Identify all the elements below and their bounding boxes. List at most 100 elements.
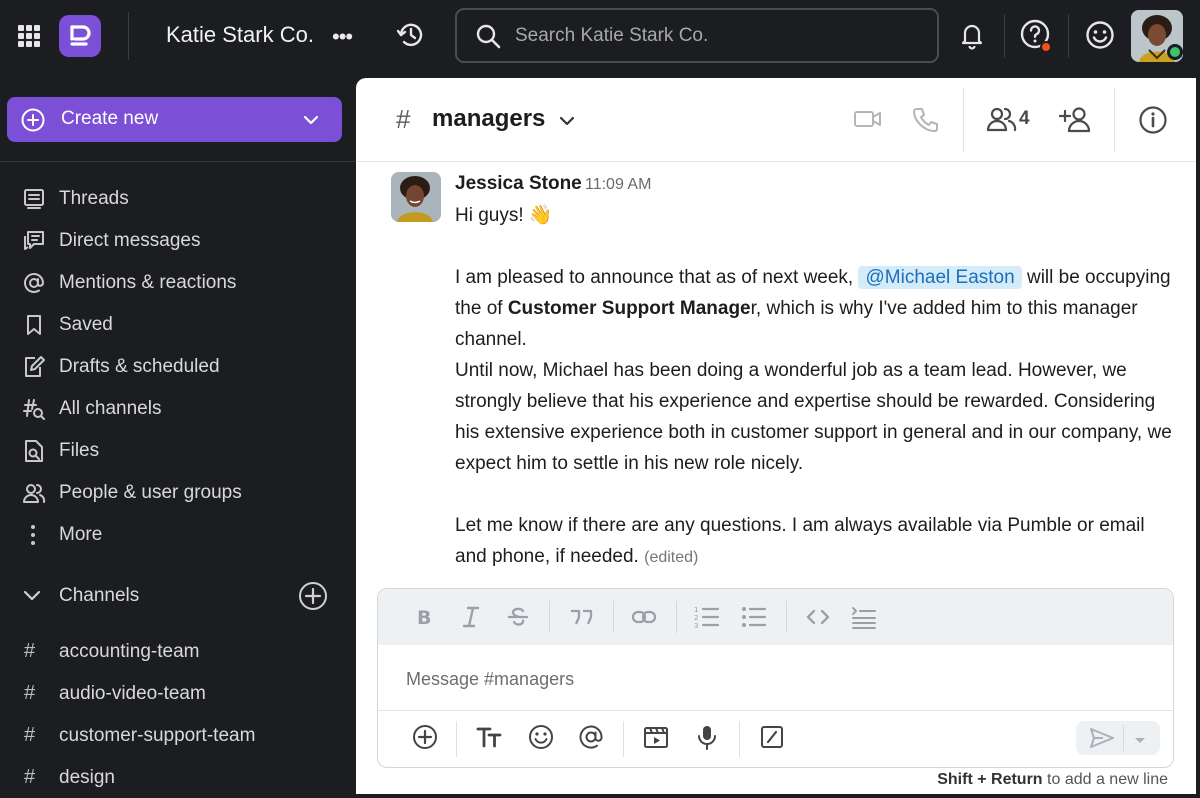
send-button[interactable]	[1076, 721, 1160, 755]
sidebar-item-label: More	[59, 524, 103, 545]
message-paragraph: Let me know if there are any questions. …	[455, 510, 1175, 573]
message-body: Hi guys! 👋 I am pleased to announce that…	[455, 200, 1175, 573]
notifications-bell-icon[interactable]	[958, 20, 986, 55]
workspace-name[interactable]: Katie Stark Co.	[166, 22, 314, 48]
formatting-toolbar: B 123	[378, 589, 1173, 645]
sidebar-item-all-channels[interactable]: All channels	[0, 389, 356, 429]
create-new-button[interactable]: Create new	[7, 97, 342, 142]
svg-text:1: 1	[694, 606, 698, 614]
video-clip-icon[interactable]	[642, 723, 670, 751]
search-input[interactable]	[515, 21, 915, 51]
sidebar-item-mentions[interactable]: Mentions & reactions	[0, 263, 356, 303]
add-member-icon[interactable]	[1058, 105, 1093, 138]
channel-title[interactable]: managers	[432, 105, 545, 133]
workspace-menu-button[interactable]: •••	[332, 24, 353, 50]
header-divider	[963, 88, 964, 152]
sidebar-item-people[interactable]: People & user groups	[0, 473, 356, 513]
toolbar-divider	[613, 601, 614, 633]
members-icon[interactable]	[986, 106, 1018, 137]
mention-icon[interactable]	[577, 723, 605, 751]
add-channel-icon[interactable]	[298, 581, 328, 616]
emoji-icon[interactable]	[527, 723, 555, 751]
slash-command-icon[interactable]	[758, 723, 786, 751]
sidebar-item-saved[interactable]: Saved	[0, 305, 356, 345]
toolbar-divider	[786, 601, 787, 633]
message-author[interactable]: Jessica Stone	[455, 173, 582, 195]
message-paragraph: I am pleased to announce that as of next…	[455, 262, 1175, 355]
apps-grid-icon[interactable]	[18, 25, 40, 47]
channel-name: customer-support-team	[59, 725, 256, 746]
composer-hint: Shift + Return to add a new line	[937, 771, 1168, 789]
code-icon[interactable]	[804, 603, 832, 631]
history-icon[interactable]	[396, 20, 426, 55]
message-composer: B 123	[377, 588, 1174, 768]
microphone-icon[interactable]	[693, 723, 721, 751]
sidebar-item-more[interactable]: More	[0, 515, 356, 555]
online-status-dot	[1167, 44, 1183, 60]
greeting-text: Hi guys!	[455, 205, 524, 226]
sidebar-item-threads[interactable]: Threads	[0, 179, 356, 219]
more-vertical-icon	[22, 523, 46, 547]
send-icon	[1089, 727, 1115, 754]
sidebar-divider	[0, 161, 356, 162]
search-icon	[475, 23, 501, 54]
code-block-icon[interactable]	[850, 603, 878, 631]
sidebar-item-files[interactable]: Files	[0, 431, 356, 471]
sidebar-channel-item[interactable]: # design	[0, 758, 356, 798]
numbered-list-icon[interactable]: 123	[693, 603, 721, 631]
user-mention[interactable]: @Michael Easton	[858, 266, 1022, 289]
message-text: I am pleased to announce that as of next…	[455, 267, 859, 288]
send-divider	[1123, 725, 1124, 751]
at-icon	[22, 271, 46, 295]
send-options-caret-icon[interactable]	[1133, 733, 1147, 751]
italic-icon[interactable]	[457, 603, 485, 631]
chevron-down-icon[interactable]	[22, 588, 42, 609]
sidebar-item-label: All channels	[59, 398, 162, 419]
sidebar-item-label: Drafts & scheduled	[59, 356, 220, 377]
strikethrough-icon[interactable]	[504, 603, 532, 631]
message-timestamp[interactable]: 11:09 AM	[585, 176, 651, 194]
sidebar-item-direct-messages[interactable]: Direct messages	[0, 221, 356, 261]
quote-icon[interactable]	[567, 603, 595, 631]
bullet-list-icon[interactable]	[740, 603, 768, 631]
chevron-down-icon[interactable]	[302, 111, 320, 134]
channels-section-header[interactable]: Channels	[0, 576, 356, 616]
wave-emoji: 👋	[528, 205, 553, 226]
channel-view: # managers 4 Jessica Stone 11:09 AM Hi g…	[356, 78, 1196, 794]
sidebar-channel-item[interactable]: # audio-video-team	[0, 674, 356, 714]
pumble-logo[interactable]	[59, 15, 101, 57]
author-avatar[interactable]	[391, 172, 441, 222]
sidebar-channel-item[interactable]: # accounting-team	[0, 632, 356, 672]
message-paragraph: Until now, Michael has been doing a wond…	[455, 360, 1172, 474]
search-box[interactable]	[455, 8, 939, 63]
channels-label: Channels	[59, 585, 140, 606]
topbar-divider	[128, 12, 129, 60]
sidebar-channel-item[interactable]: # customer-support-team	[0, 716, 356, 756]
info-icon[interactable]	[1138, 105, 1168, 140]
hash-icon: #	[24, 724, 36, 746]
create-new-label: Create new	[61, 108, 159, 129]
status-emoji-icon[interactable]	[1085, 20, 1115, 55]
message-text: Let me know if there are any questions. …	[455, 515, 1145, 567]
chevron-down-icon[interactable]	[559, 114, 575, 132]
plus-circle-icon	[21, 108, 45, 137]
direct-messages-icon	[22, 229, 46, 253]
member-count[interactable]: 4	[1019, 108, 1030, 130]
add-attachment-icon[interactable]	[411, 723, 439, 751]
sidebar-item-drafts[interactable]: Drafts & scheduled	[0, 347, 356, 387]
message-input[interactable]	[406, 665, 1146, 693]
bold-text: Customer Support Manage	[507, 298, 751, 319]
svg-text:3: 3	[694, 622, 698, 630]
text-format-icon[interactable]	[476, 723, 504, 751]
video-call-icon[interactable]	[853, 107, 883, 136]
channel-name: audio-video-team	[59, 683, 206, 704]
edited-label: (edited)	[644, 549, 699, 566]
bold-icon[interactable]: B	[411, 603, 439, 631]
topbar-divider	[1004, 14, 1005, 58]
phone-call-icon[interactable]	[911, 106, 939, 139]
hint-text: to add a new line	[1042, 771, 1168, 788]
svg-text:2: 2	[694, 614, 698, 622]
link-icon[interactable]	[630, 603, 658, 631]
threads-icon	[22, 187, 46, 211]
draft-icon	[22, 355, 46, 379]
